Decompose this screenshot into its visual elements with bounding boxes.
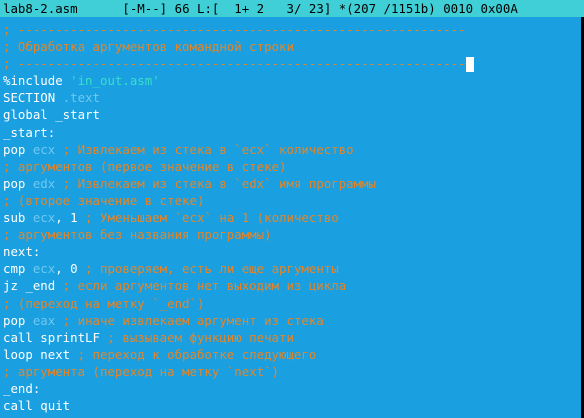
code-line[interactable]: pop eax ; иначе извлекаем аргумент из ст… xyxy=(0,312,584,329)
code-comment: ; если аргументов нет выходим из цикла xyxy=(55,278,347,294)
code-line[interactable]: ; аргументов (первое значение в стеке) xyxy=(0,158,584,175)
code-text: global _start xyxy=(3,107,100,123)
code-line[interactable]: ; Обработка аргументов командной строки xyxy=(0,38,584,55)
code-line[interactable]: ; (второе значение в стеке) xyxy=(0,192,584,209)
code-text: pop xyxy=(3,175,33,191)
code-text: _end: xyxy=(3,380,41,396)
code-line[interactable]: call quit xyxy=(0,397,584,414)
code-line[interactable]: jz _end ; если аргументов нет выходим из… xyxy=(0,277,584,294)
code-line[interactable]: %include 'in_out.asm' xyxy=(0,72,584,89)
code-line[interactable]: next: xyxy=(0,243,584,260)
code-line[interactable]: _start: xyxy=(0,124,584,141)
code-line[interactable]: ; --------------------------------------… xyxy=(0,55,584,73)
code-text: sub xyxy=(3,210,33,226)
char-code: 0010 0x00A xyxy=(443,1,518,16)
code-comment: ; иначе извлекаем аргумент из стека xyxy=(55,312,324,328)
code-line[interactable]: ; --------------------------------------… xyxy=(0,21,584,38)
code-register: edx xyxy=(32,175,56,191)
code-comment: ; Обработка аргументов командной строки xyxy=(3,39,294,55)
code-line[interactable]: pop edx ; Извлекаем из стека в `edx` имя… xyxy=(0,175,584,192)
line-position: L:[ 1+ 2 3/ 23] xyxy=(197,1,332,16)
code-comment: ; аргумента (переход на метку `next`) xyxy=(3,363,280,379)
code-text: cmp xyxy=(3,261,33,277)
code-line[interactable]: global _start xyxy=(0,106,584,123)
code-editor[interactable]: ; --------------------------------------… xyxy=(0,21,584,414)
code-line[interactable]: ; аргумента (переход на метку `next`) xyxy=(0,363,584,380)
code-line[interactable]: loop next ; переход к обработке следующе… xyxy=(0,346,584,363)
code-text: pop xyxy=(3,141,33,157)
code-comment: ; Уменьшаем `ecx` на 1 (количество xyxy=(77,210,339,226)
code-text: jz _end xyxy=(3,278,56,294)
code-text: loop next xyxy=(3,346,71,362)
code-comment: ; Извлекаем из стека в `ecx` количество xyxy=(55,141,354,157)
column-number: 66 xyxy=(174,1,190,16)
code-line[interactable]: ; аргументов без названия программы) xyxy=(0,226,584,243)
code-text: call sprintLF xyxy=(3,329,100,345)
code-comment: ; --------------------------------------… xyxy=(3,22,466,37)
code-line[interactable]: ; (переход на метку `_end`) xyxy=(0,295,584,312)
code-text: , 0 xyxy=(55,261,78,277)
code-line[interactable]: call sprintLF ; вызываем функцию печати xyxy=(0,329,584,346)
code-register: eax xyxy=(32,312,56,328)
editor-status-bar: lab8-2.asm [-M--] 66 L:[ 1+ 2 3/ 23] *(2… xyxy=(0,0,584,17)
code-text: pop xyxy=(3,312,33,328)
code-comment: ; вызываем функцию печати xyxy=(99,329,294,345)
code-text: %include xyxy=(3,73,71,89)
code-line[interactable]: SECTION .text xyxy=(0,89,584,106)
code-register: .text xyxy=(62,90,100,106)
code-comment: ; (второе значение в стеке) xyxy=(3,192,205,208)
code-comment: ; Извлекаем из стека в `edx` имя програм… xyxy=(55,175,377,191)
code-text: , 1 xyxy=(55,210,78,226)
byte-offset: *(207 /1151b) xyxy=(338,1,436,16)
code-comment: ; (переход на метку `_end`) xyxy=(3,295,205,311)
code-line[interactable]: pop ecx ; Извлекаем из стека в `ecx` кол… xyxy=(0,141,584,158)
code-text: _start: xyxy=(3,124,56,140)
code-text: call quit xyxy=(3,398,71,414)
file-name: lab8-2.asm xyxy=(3,1,78,16)
code-register: ecx xyxy=(32,210,56,226)
code-comment: ; аргументов без названия программы) xyxy=(3,227,272,243)
edit-mode: [-M--] xyxy=(122,1,168,16)
text-cursor xyxy=(465,57,474,73)
code-register: ecx xyxy=(32,141,56,157)
code-line[interactable]: sub ecx, 1 ; Уменьшаем `ecx` на 1 (колич… xyxy=(0,209,584,226)
code-string: 'in_out.asm' xyxy=(70,73,160,89)
code-line[interactable]: _end: xyxy=(0,380,584,397)
code-text: SECTION xyxy=(3,90,63,106)
code-register: ecx xyxy=(32,261,56,277)
code-text: next: xyxy=(3,244,41,260)
code-comment: ; проверяем, есть ли еще аргументы xyxy=(77,261,339,277)
code-comment: ; --------------------------------------… xyxy=(3,56,466,72)
code-comment: ; переход к обработке следующего xyxy=(70,346,317,362)
code-comment: ; аргументов (первое значение в стеке) xyxy=(3,158,287,174)
code-line[interactable]: cmp ecx, 0 ; проверяем, есть ли еще аргу… xyxy=(0,260,584,277)
